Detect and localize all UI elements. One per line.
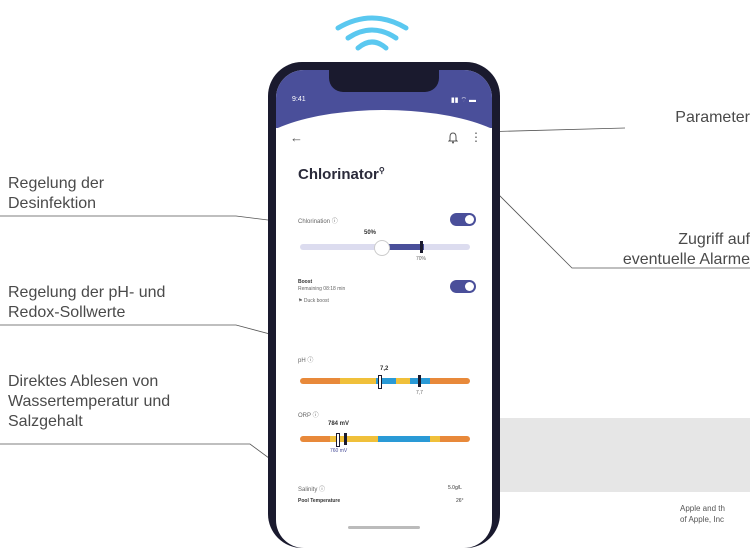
title-badge-icon: ⚲ bbox=[378, 166, 385, 175]
phone-mockup: 9:41 ▮▮ ⌔ ▬ ← ⋮ Chlorinator⚲ Chlorinatio… bbox=[268, 62, 500, 548]
flag-icon: ⚑ bbox=[298, 298, 303, 304]
status-time: 9:41 bbox=[292, 96, 306, 103]
status-icons: ▮▮ ⌔ ▬ bbox=[450, 97, 476, 104]
bell-icon[interactable] bbox=[448, 132, 458, 144]
boost-toggle[interactable] bbox=[450, 280, 476, 293]
info-icon[interactable]: ⓘ bbox=[319, 487, 325, 493]
chlorination-target: 70% bbox=[416, 256, 427, 262]
info-icon[interactable]: ⓘ bbox=[307, 358, 313, 364]
ph-target: 7,7 bbox=[416, 390, 423, 396]
chlorination-slider-thumb[interactable] bbox=[374, 240, 390, 256]
phone-screen: 9:41 ▮▮ ⌔ ▬ ← ⋮ Chlorinator⚲ Chlorinatio… bbox=[276, 70, 492, 548]
salinity-value: 5.0g/L bbox=[448, 485, 462, 491]
salinity-label: Salinity ⓘ bbox=[298, 487, 326, 493]
wifi-icon bbox=[335, 15, 409, 51]
annotation-temperature-salinity: Direktes Ablesen von Wassertemperatur un… bbox=[8, 373, 171, 430]
chlorination-value: 50% bbox=[364, 230, 377, 236]
orp-range-bar[interactable] bbox=[300, 436, 470, 442]
boost-link[interactable]: ⚑ Duck boost bbox=[298, 298, 329, 304]
kebab-menu-icon[interactable]: ⋮ bbox=[470, 130, 482, 144]
temperature-value: 26° bbox=[456, 498, 464, 504]
ph-value: 7,2 bbox=[380, 366, 389, 372]
annotation-disinfection: Regelung der Desinfektion bbox=[8, 175, 105, 212]
boost-label: Boost bbox=[298, 279, 313, 285]
info-icon[interactable]: ⓘ bbox=[332, 219, 338, 225]
ph-range-bar[interactable] bbox=[300, 378, 470, 384]
annotation-ph-redox: Regelung der pH- und Redox-Sollwerte bbox=[8, 284, 166, 321]
grey-background-band bbox=[478, 418, 750, 492]
orp-current-marker bbox=[336, 433, 340, 447]
orp-target: 760 mV bbox=[330, 448, 348, 454]
ph-target-marker bbox=[418, 375, 421, 387]
annotation-alarms: Zugriff auf eventuelle Alarme bbox=[622, 231, 750, 268]
orp-label: ORP ⓘ bbox=[298, 413, 319, 419]
phone-notch bbox=[329, 70, 439, 92]
orp-value: 784 mV bbox=[328, 421, 350, 427]
orp-blue-segment bbox=[378, 436, 430, 442]
annotation-parameter: Parameter bbox=[675, 109, 750, 126]
back-arrow-icon[interactable]: ← bbox=[290, 130, 303, 145]
home-indicator[interactable] bbox=[348, 526, 420, 529]
ph-label: pH ⓘ bbox=[298, 358, 314, 364]
header-curve bbox=[276, 110, 492, 160]
apple-footnote: Apple and th of Apple, Inc bbox=[680, 504, 725, 524]
boost-remaining: Remaining 08:18 min bbox=[298, 286, 346, 292]
chlorination-toggle[interactable] bbox=[450, 213, 476, 226]
chlorination-target-marker bbox=[420, 241, 423, 253]
chlorination-slider-fill bbox=[384, 244, 424, 250]
chlorination-label: Chlorination ⓘ bbox=[298, 219, 338, 225]
temperature-label: Pool Temperature bbox=[298, 498, 341, 504]
info-icon[interactable]: ⓘ bbox=[313, 413, 319, 419]
ph-current-marker bbox=[378, 375, 382, 389]
page-title: Chlorinator⚲ bbox=[298, 166, 385, 183]
orp-target-marker bbox=[344, 433, 347, 445]
